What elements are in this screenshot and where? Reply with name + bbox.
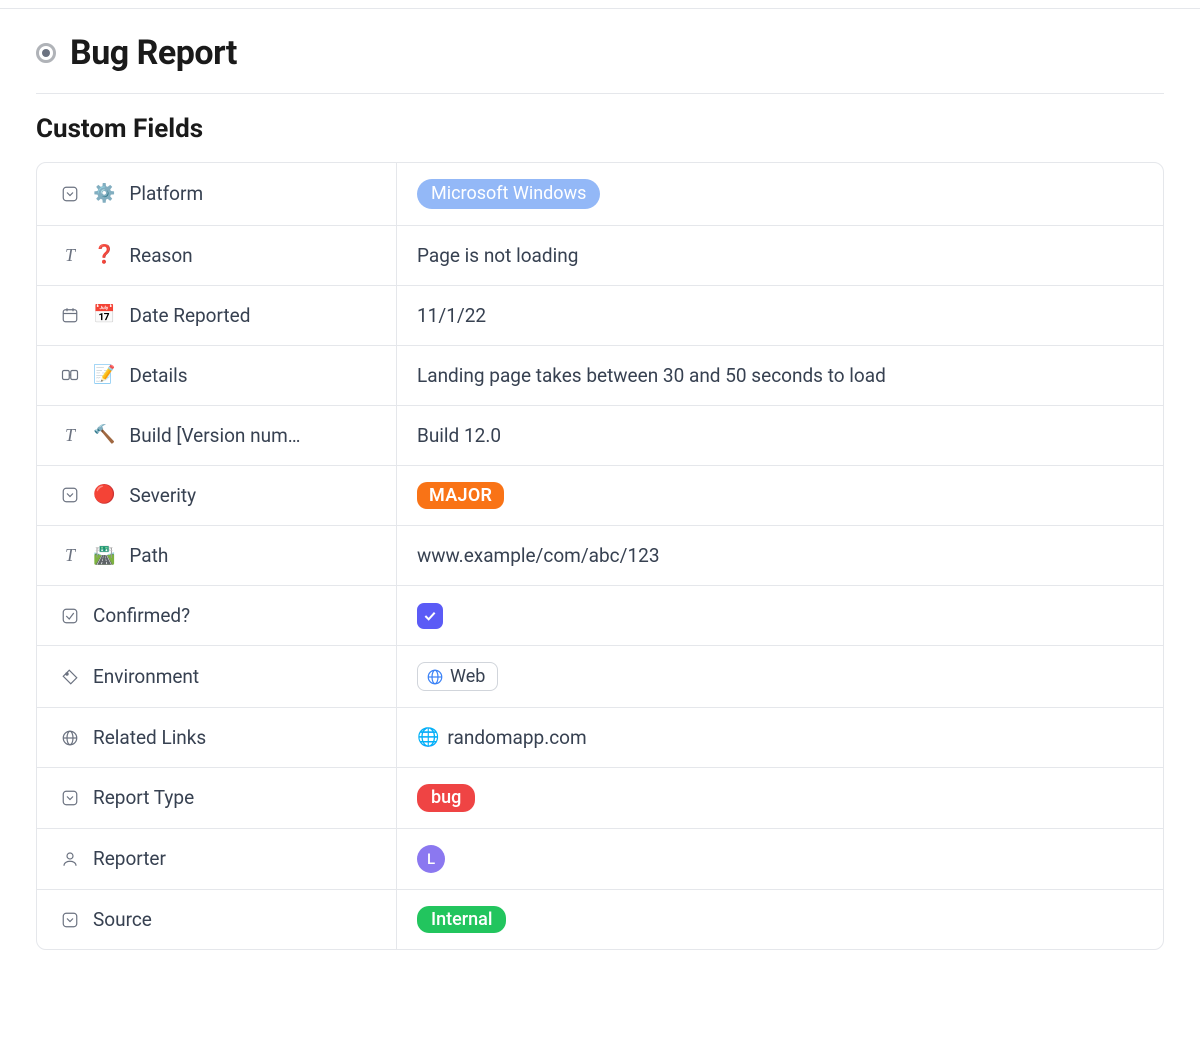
field-row-path: T 🛣️ Path www.example/com/abc/123 — [37, 526, 1163, 586]
report-type-pill[interactable]: bug — [417, 784, 475, 812]
dropdown-type-icon — [61, 789, 79, 807]
field-label: Source — [93, 908, 152, 931]
field-label: Related Links — [93, 726, 206, 749]
field-value-cell[interactable]: bug — [397, 768, 1163, 828]
field-value-cell[interactable]: L — [397, 829, 1163, 889]
page-title: Bug Report — [70, 33, 237, 73]
field-label: Date Reported — [129, 304, 250, 327]
text-type-icon: T — [61, 547, 79, 565]
section-title: Custom Fields — [36, 114, 1164, 144]
custom-fields-table: ⚙️ Platform Microsoft Windows T ❓ Reason… — [36, 162, 1164, 950]
field-row-details: 📝 Details Landing page takes between 30 … — [37, 346, 1163, 406]
field-label-cell[interactable]: Report Type — [37, 768, 397, 828]
details-value: Landing page takes between 30 and 50 sec… — [417, 364, 886, 387]
field-value-cell[interactable]: 11/1/22 — [397, 286, 1163, 345]
field-value-cell[interactable]: Web — [397, 646, 1163, 707]
field-label-cell[interactable]: T ❓ Reason — [37, 226, 397, 285]
related-link[interactable]: 🌐 randomapp.com — [417, 726, 587, 749]
field-row-build: T 🔨 Build [Version num… Build 12.0 — [37, 406, 1163, 466]
status-dot-icon — [36, 43, 56, 63]
field-row-report-type: Report Type bug — [37, 768, 1163, 829]
field-label-cell[interactable]: T 🛣️ Path — [37, 526, 397, 585]
date-type-icon — [61, 306, 79, 324]
text-type-icon: T — [61, 246, 79, 264]
source-pill[interactable]: Internal — [417, 906, 506, 934]
field-row-reason: T ❓ Reason Page is not loading — [37, 226, 1163, 286]
page-container: Bug Report Custom Fields ⚙️ Platform Mic… — [0, 9, 1200, 970]
field-value-cell[interactable]: Microsoft Windows — [397, 163, 1163, 225]
field-label-cell[interactable]: Reporter — [37, 829, 397, 889]
field-row-environment: Environment Web — [37, 646, 1163, 708]
page-header: Bug Report — [36, 9, 1164, 94]
checkbox-type-icon — [61, 607, 79, 625]
field-label-cell[interactable]: ⚙️ Platform — [37, 163, 397, 225]
field-label: Environment — [93, 665, 199, 688]
link-type-icon — [61, 729, 79, 747]
textarea-type-icon — [61, 366, 79, 384]
reporter-avatar[interactable]: L — [417, 845, 445, 873]
field-label: Report Type — [93, 786, 194, 809]
field-label: Build [Version num… — [129, 424, 300, 447]
field-value-cell[interactable]: Page is not loading — [397, 226, 1163, 285]
link-value: randomapp.com — [447, 726, 586, 749]
field-label-cell[interactable]: Related Links — [37, 708, 397, 767]
field-label-cell[interactable]: 📅 Date Reported — [37, 286, 397, 345]
field-emoji-icon: 📅 — [93, 306, 115, 324]
field-value-cell[interactable]: Build 12.0 — [397, 406, 1163, 465]
field-row-links: Related Links 🌐 randomapp.com — [37, 708, 1163, 768]
environment-value: Web — [450, 666, 485, 687]
field-label-cell[interactable]: Environment — [37, 646, 397, 707]
field-label: Severity — [129, 484, 196, 507]
dropdown-type-icon — [61, 911, 79, 929]
field-value-cell[interactable]: Internal — [397, 890, 1163, 950]
field-emoji-icon: ⚙️ — [93, 185, 115, 203]
field-label-cell[interactable]: Source — [37, 890, 397, 950]
field-row-severity: 🔴 Severity MAJOR — [37, 466, 1163, 527]
field-label-cell[interactable]: 📝 Details — [37, 346, 397, 405]
dropdown-type-icon — [61, 185, 79, 203]
severity-pill[interactable]: MAJOR — [417, 482, 504, 510]
dropdown-type-icon — [61, 486, 79, 504]
field-label: Path — [129, 544, 168, 567]
field-row-reporter: Reporter L — [37, 829, 1163, 890]
field-label: Reporter — [93, 847, 166, 870]
confirmed-checkbox[interactable] — [417, 603, 443, 629]
field-label-cell[interactable]: 🔴 Severity — [37, 466, 397, 526]
tag-type-icon — [61, 668, 79, 686]
field-label: Reason — [129, 244, 192, 267]
environment-tag[interactable]: Web — [417, 662, 498, 691]
field-label: Details — [129, 364, 187, 387]
field-emoji-icon: 📝 — [93, 366, 115, 384]
text-type-icon: T — [61, 426, 79, 444]
user-type-icon — [61, 850, 79, 868]
field-label-cell[interactable]: T 🔨 Build [Version num… — [37, 406, 397, 465]
platform-pill[interactable]: Microsoft Windows — [417, 179, 600, 209]
field-value-cell[interactable]: MAJOR — [397, 466, 1163, 526]
field-row-source: Source Internal — [37, 890, 1163, 950]
reason-value: Page is not loading — [417, 244, 578, 267]
globe-icon — [426, 668, 444, 686]
field-label: Platform — [129, 182, 203, 205]
field-value-cell[interactable]: www.example/com/abc/123 — [397, 526, 1163, 585]
globe-icon: 🌐 — [417, 727, 439, 748]
field-value-cell[interactable]: 🌐 randomapp.com — [397, 708, 1163, 767]
field-label-cell[interactable]: Confirmed? — [37, 586, 397, 645]
field-emoji-icon: 🔨 — [93, 426, 115, 444]
field-emoji-icon: 🛣️ — [93, 547, 115, 565]
field-row-date: 📅 Date Reported 11/1/22 — [37, 286, 1163, 346]
field-emoji-icon: ❓ — [93, 246, 115, 264]
build-value: Build 12.0 — [417, 424, 501, 447]
field-emoji-icon: 🔴 — [93, 486, 115, 504]
date-value: 11/1/22 — [417, 304, 486, 327]
field-value-cell[interactable] — [397, 586, 1163, 645]
field-label: Confirmed? — [93, 604, 190, 627]
field-row-platform: ⚙️ Platform Microsoft Windows — [37, 163, 1163, 226]
path-value: www.example/com/abc/123 — [417, 544, 660, 567]
field-row-confirmed: Confirmed? — [37, 586, 1163, 646]
field-value-cell[interactable]: Landing page takes between 30 and 50 sec… — [397, 346, 1163, 405]
